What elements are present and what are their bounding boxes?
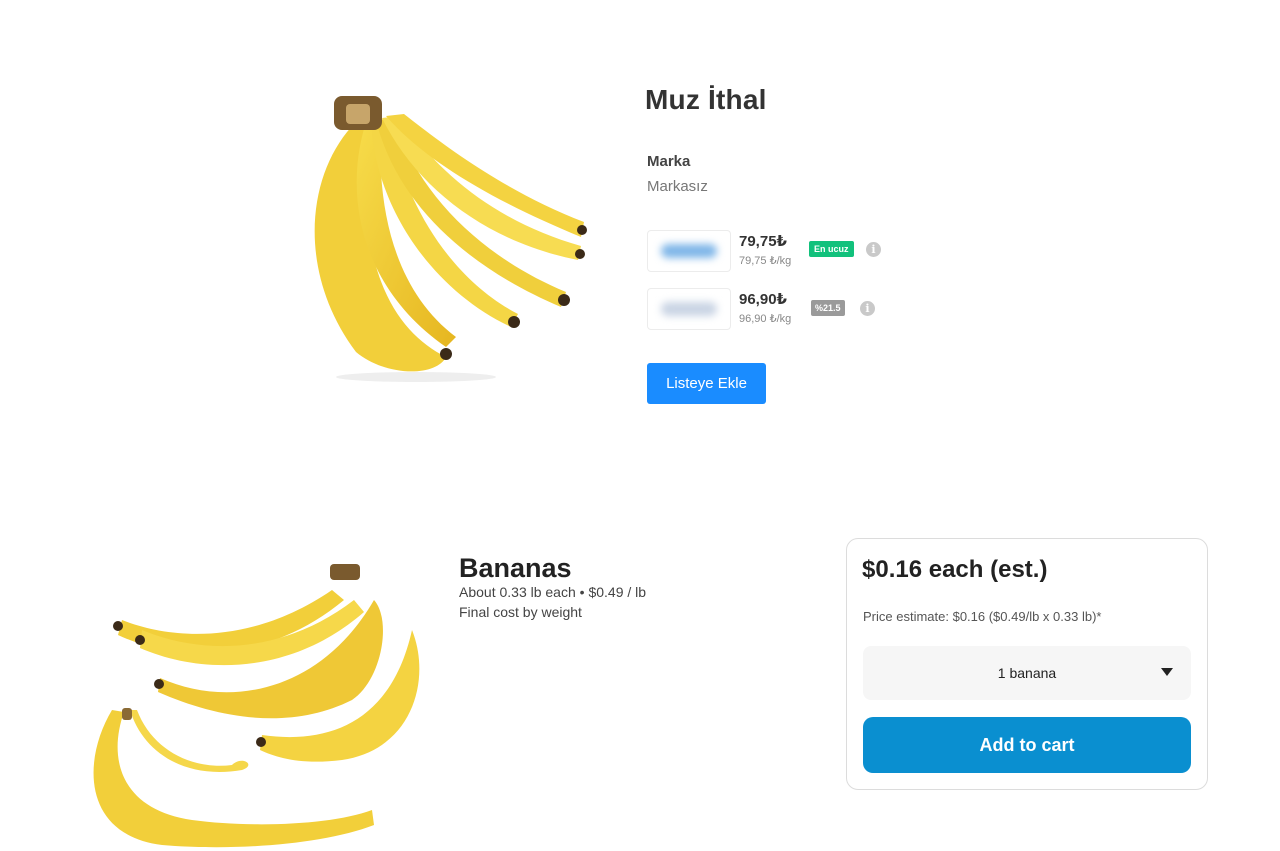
- offer-row[interactable]: 79,75₺ 79,75 ₺/kg En ucuz i: [647, 230, 887, 272]
- weight-each: About 0.33 lb each: [459, 584, 576, 600]
- product-title: Bananas: [459, 553, 572, 583]
- info-icon[interactable]: i: [866, 242, 881, 257]
- discount-badge: %21.5: [811, 300, 845, 316]
- store-logo: [647, 288, 731, 330]
- brand-label: Marka: [647, 153, 691, 170]
- quantity-select[interactable]: 1 banana: [863, 646, 1191, 700]
- final-cost-note: Final cost by weight: [459, 604, 582, 620]
- add-to-cart-button[interactable]: Add to cart: [863, 717, 1191, 773]
- cheapest-badge: En ucuz: [809, 241, 854, 257]
- offer-unit-price: 79,75 ₺/kg: [739, 255, 792, 267]
- add-to-list-button[interactable]: Listeye Ekle: [647, 363, 766, 404]
- product-title: Muz İthal: [645, 84, 767, 115]
- banana-bunch-image-bottom: [93, 564, 420, 848]
- store-logo: [647, 230, 731, 272]
- price-each: $0.16 each (est.): [862, 556, 1048, 583]
- offer-row[interactable]: 96,90₺ 96,90 ₺/kg %21.5 i: [647, 288, 887, 330]
- offer-price: 96,90₺: [739, 291, 787, 308]
- price-per-lb: • $0.49 / lb: [579, 584, 647, 600]
- offer-price: 79,75₺: [739, 233, 787, 250]
- price-estimate: Price estimate: $0.16 ($0.49/lb x 0.33 l…: [863, 609, 1102, 624]
- brand-value: Markasız: [647, 178, 708, 195]
- product-weight-info: About 0.33 lb each • $0.49 / lb: [459, 584, 646, 600]
- quantity-value: 1 banana: [997, 665, 1057, 681]
- banana-bunch-image-top: [314, 96, 587, 382]
- chevron-down-icon: [1161, 668, 1173, 676]
- offer-unit-price: 96,90 ₺/kg: [739, 313, 792, 325]
- info-icon[interactable]: i: [860, 301, 875, 316]
